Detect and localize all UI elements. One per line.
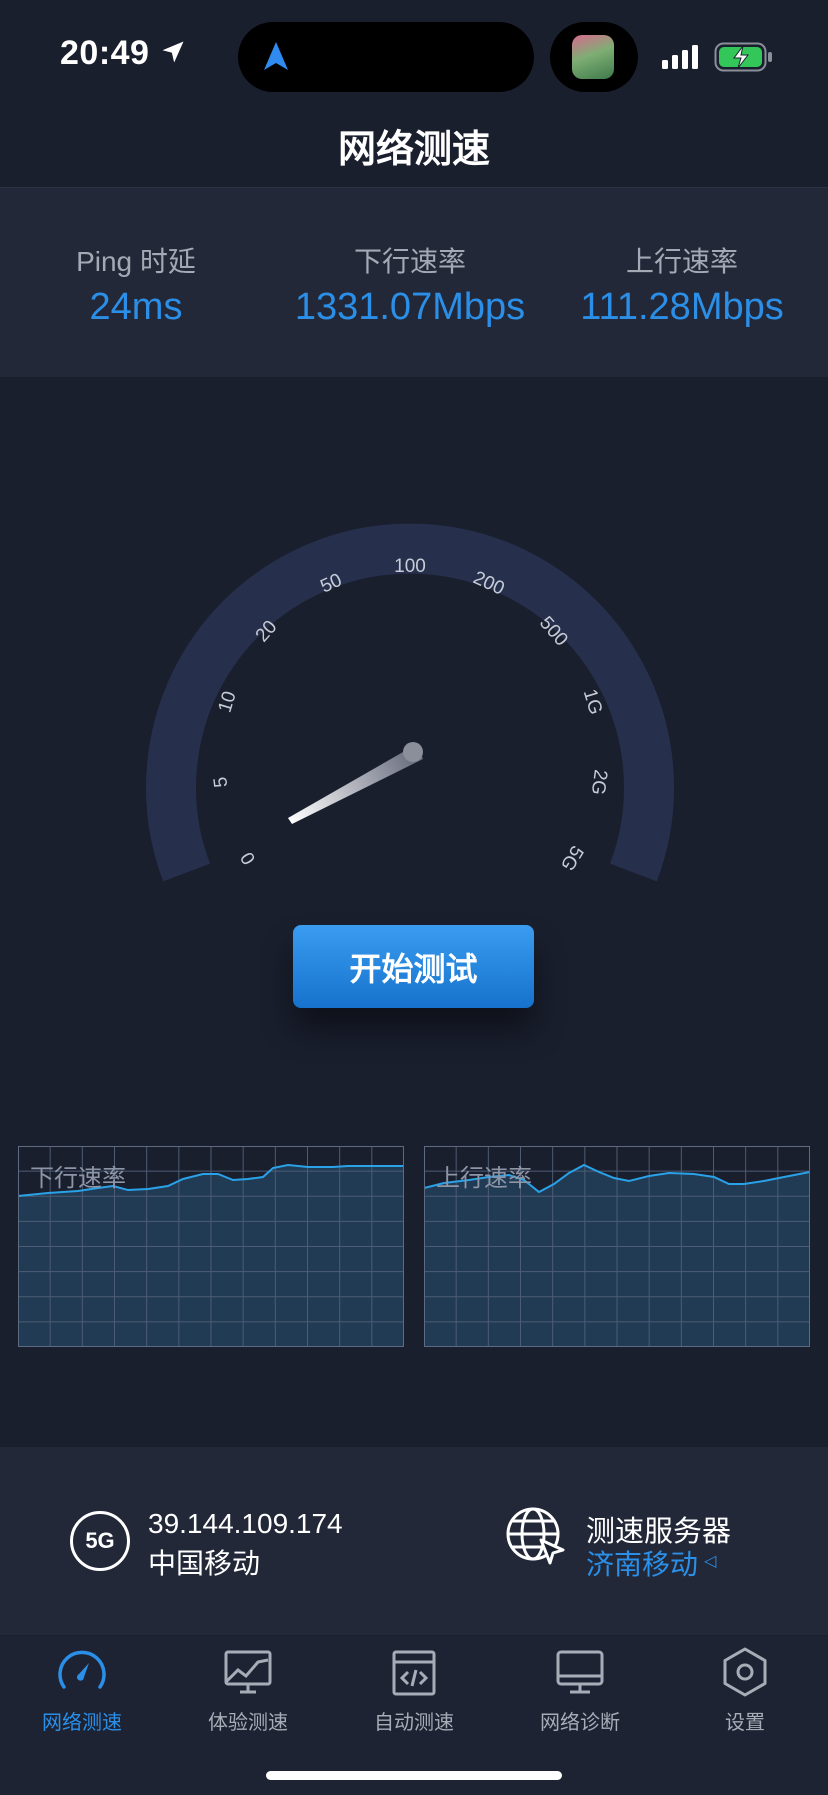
gauge-tick-label: 5G (556, 842, 587, 875)
gauge-arc (146, 523, 674, 882)
download-chart-label: 下行速率 (30, 1165, 126, 1192)
dynamic-island (238, 22, 534, 92)
gauge-tick-label: 100 (394, 556, 426, 577)
download-stat: 下行速率 1331.07Mbps (280, 188, 540, 377)
signal-bars-icon (662, 45, 698, 69)
desktop-icon (556, 1650, 604, 1694)
gauge-tick-label: 10 (215, 689, 241, 715)
needle-hub (403, 742, 423, 762)
tab-auto-test[interactable]: 自动测速 (344, 1644, 484, 1735)
tab-experience-test[interactable]: 体验测速 (178, 1644, 318, 1735)
tab-diagnosis[interactable]: 网络诊断 (510, 1644, 650, 1735)
tab-label: 自动测速 (374, 1712, 454, 1734)
tab-label: 设置 (725, 1712, 765, 1734)
stats-panel: Ping 时延 24ms 下行速率 1331.07Mbps 上行速率 111.2… (0, 188, 828, 377)
download-chart: 下行速率 (18, 1146, 404, 1347)
upload-chart: 上行速率 (424, 1146, 810, 1347)
navigation-arrow-icon (264, 42, 288, 70)
5g-badge-icon: 5G (70, 1511, 130, 1571)
download-value: 1331.07Mbps (294, 286, 526, 328)
upload-stat: 上行速率 111.28Mbps (562, 188, 802, 377)
gauge-tick-label: 2G (587, 768, 611, 796)
upload-chart-label: 上行速率 (436, 1165, 532, 1192)
home-indicator[interactable] (266, 1771, 562, 1780)
download-label: 下行速率 (353, 246, 466, 277)
carrier-name: 中国移动 (148, 1548, 261, 1579)
start-test-button[interactable]: 开始测试 (293, 925, 534, 1008)
tab-label: 网络诊断 (540, 1712, 620, 1734)
gauge-needle (288, 744, 423, 824)
server-name-link[interactable]: 济南移动 (586, 1543, 698, 1583)
time-text: 20:49 (60, 34, 150, 72)
speedometer-icon (58, 1650, 106, 1689)
gauge-tick-label: 0 (237, 848, 260, 868)
tab-label: 体验测速 (208, 1712, 288, 1734)
chart-monitor-icon (224, 1650, 272, 1694)
hexagon-gear-icon (723, 1647, 767, 1697)
ping-label: Ping 时延 (76, 246, 196, 277)
tab-settings[interactable]: 设置 (675, 1644, 815, 1735)
ip-address: 39.144.109.174 (148, 1508, 343, 1539)
upload-label: 上行速率 (625, 246, 738, 277)
triangle-left-icon[interactable]: ◁ (704, 1551, 716, 1571)
app-thumbnail-icon (572, 35, 614, 79)
upload-value: 111.28Mbps (580, 286, 784, 328)
tab-speed-test[interactable]: 网络测速 (12, 1644, 152, 1735)
ping-value: 24ms (89, 286, 183, 328)
page-title: 网络测速 (337, 129, 490, 171)
tab-label: 网络测速 (42, 1712, 122, 1734)
globe-cursor-icon[interactable] (505, 1506, 567, 1568)
ping-stat: Ping 时延 24ms (38, 188, 234, 377)
code-window-icon (392, 1650, 436, 1696)
gauge-tick-label: 5 (210, 776, 232, 789)
location-arrow-icon (162, 41, 184, 63)
battery-charging-icon (714, 42, 772, 72)
status-time: 20:49 (60, 34, 187, 73)
speed-gauge: 051020501002005001G2G5G (146, 523, 674, 882)
